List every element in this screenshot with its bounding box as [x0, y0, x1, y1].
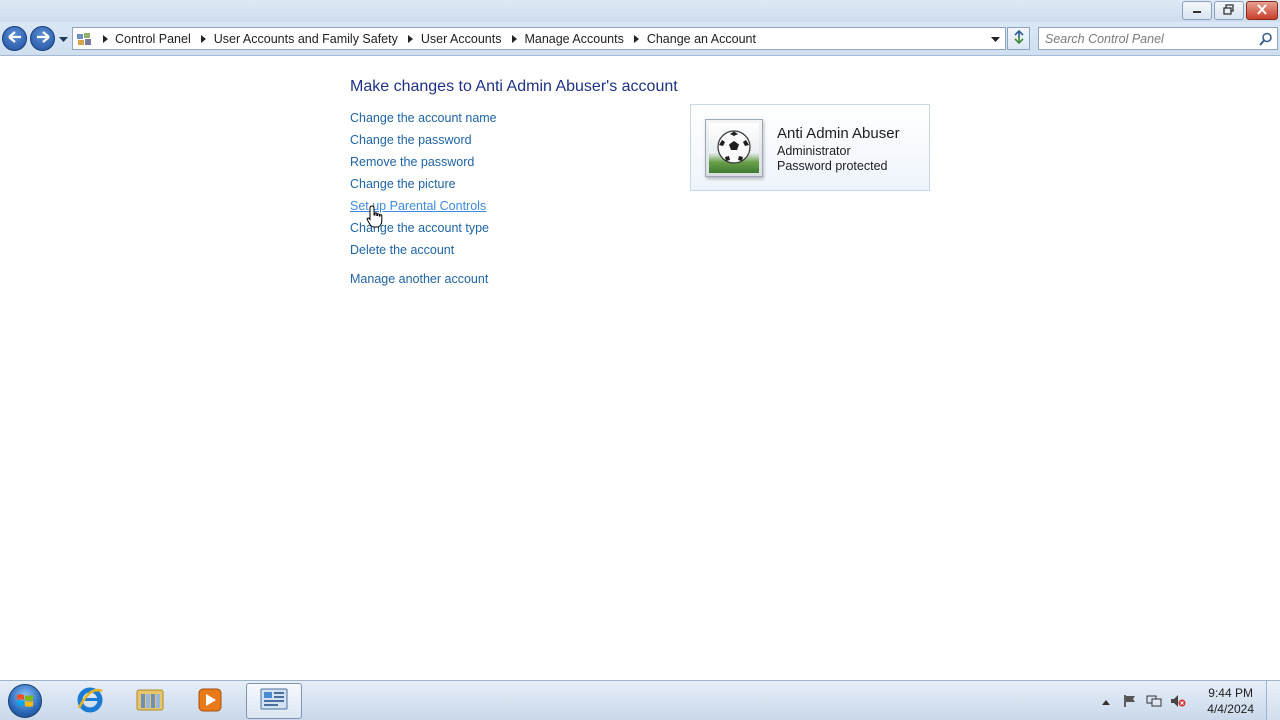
soccer-ball-icon	[709, 123, 759, 173]
avatar	[705, 119, 763, 177]
account-name: Anti Admin Abuser	[777, 125, 900, 142]
page-title: Make changes to Anti Admin Abuser's acco…	[350, 78, 678, 95]
breadcrumb-user-accounts[interactable]: User Accounts	[421, 28, 525, 49]
breadcrumb-arrow-icon[interactable]	[194, 34, 214, 43]
taskbar-windows-explorer[interactable]	[122, 683, 178, 719]
network-icon[interactable]	[1146, 693, 1162, 709]
back-button[interactable]	[2, 26, 27, 51]
breadcrumb-label: Change an Account	[646, 31, 756, 46]
taskbar-control-panel[interactable]	[246, 683, 302, 719]
change-account-name-link[interactable]: Change the account name	[350, 110, 497, 132]
windows-logo-icon	[8, 684, 42, 718]
forward-arrow-icon	[36, 31, 50, 46]
delete-account-link[interactable]: Delete the account	[350, 242, 497, 264]
internet-explorer-icon	[76, 686, 104, 717]
breadcrumb-arrow-icon[interactable]	[627, 34, 647, 43]
breadcrumb-label: Control Panel	[115, 31, 191, 46]
taskbar-media-player[interactable]	[182, 683, 238, 719]
breadcrumb-root-arrow[interactable]	[95, 28, 115, 49]
address-dropdown-button[interactable]	[985, 28, 1005, 49]
search-box	[1038, 27, 1278, 50]
restore-button[interactable]	[1214, 1, 1244, 20]
change-password-link[interactable]: Change the password	[350, 132, 497, 154]
breadcrumb-label: Manage Accounts	[524, 31, 624, 46]
tray-clock[interactable]: 9:44 PM 4/4/2024	[1207, 685, 1254, 717]
breadcrumb-user-accounts-family-safety[interactable]: User Accounts and Family Safety	[214, 28, 421, 49]
account-task-list: Change the account name Change the passw…	[350, 110, 497, 293]
search-icon[interactable]	[1259, 32, 1273, 46]
clock-date: 4/4/2024	[1207, 702, 1254, 716]
taskbar-internet-explorer[interactable]	[62, 683, 118, 719]
action-center-flag-icon[interactable]	[1122, 693, 1138, 709]
password-status: Password protected	[777, 159, 888, 173]
close-button[interactable]	[1246, 1, 1278, 20]
minimize-icon	[1191, 4, 1203, 18]
caption-buttons	[1180, 1, 1278, 20]
search-input[interactable]	[1039, 28, 1254, 49]
manage-another-account-link[interactable]: Manage another account	[350, 271, 497, 293]
breadcrumb-arrow-icon[interactable]	[401, 34, 421, 43]
chevron-up-icon	[1102, 694, 1110, 708]
refresh-icon	[1012, 29, 1026, 47]
show-desktop-button[interactable]	[1266, 681, 1280, 720]
control-panel-icon	[259, 686, 289, 717]
chevron-down-icon	[990, 32, 1000, 46]
recent-pages-button[interactable]	[58, 34, 68, 44]
breadcrumb-label: User Accounts	[420, 31, 502, 46]
address-bar[interactable]: Control Panel User Accounts and Family S…	[72, 27, 1006, 50]
back-arrow-icon	[7, 31, 22, 46]
title-bar	[0, 0, 1280, 22]
change-picture-link[interactable]: Change the picture	[350, 176, 497, 198]
restore-icon	[1223, 3, 1235, 18]
remove-password-link[interactable]: Remove the password	[350, 154, 497, 176]
chevron-down-icon	[58, 32, 68, 46]
navigation-bar: Control Panel User Accounts and Family S…	[0, 22, 1280, 56]
breadcrumb-manage-accounts[interactable]: Manage Accounts	[524, 28, 646, 49]
windows-explorer-icon	[135, 686, 165, 717]
clock-time: 9:44 PM	[1208, 686, 1253, 700]
breadcrumb-change-an-account[interactable]: Change an Account	[647, 28, 759, 49]
close-icon	[1256, 3, 1268, 18]
system-tray: 9:44 PM 4/4/2024	[1090, 681, 1280, 720]
account-summary-card: Anti Admin Abuser Administrator Password…	[690, 104, 930, 191]
start-button[interactable]	[5, 683, 45, 719]
show-hidden-icons-button[interactable]	[1098, 693, 1114, 709]
account-type: Administrator	[777, 144, 851, 158]
breadcrumb-control-panel[interactable]: Control Panel	[115, 28, 214, 49]
control-panel-icon	[73, 28, 95, 49]
refresh-button[interactable]	[1007, 27, 1030, 50]
breadcrumb-arrow-icon	[95, 34, 115, 43]
media-player-icon	[197, 687, 223, 716]
forward-button[interactable]	[30, 26, 55, 51]
breadcrumb-label: User Accounts and Family Safety	[213, 31, 398, 46]
minimize-button[interactable]	[1182, 1, 1212, 20]
volume-muted-icon[interactable]	[1170, 693, 1186, 709]
hand-cursor-icon	[366, 205, 384, 229]
taskbar: 9:44 PM 4/4/2024	[0, 680, 1280, 720]
breadcrumb-arrow-icon[interactable]	[504, 34, 524, 43]
